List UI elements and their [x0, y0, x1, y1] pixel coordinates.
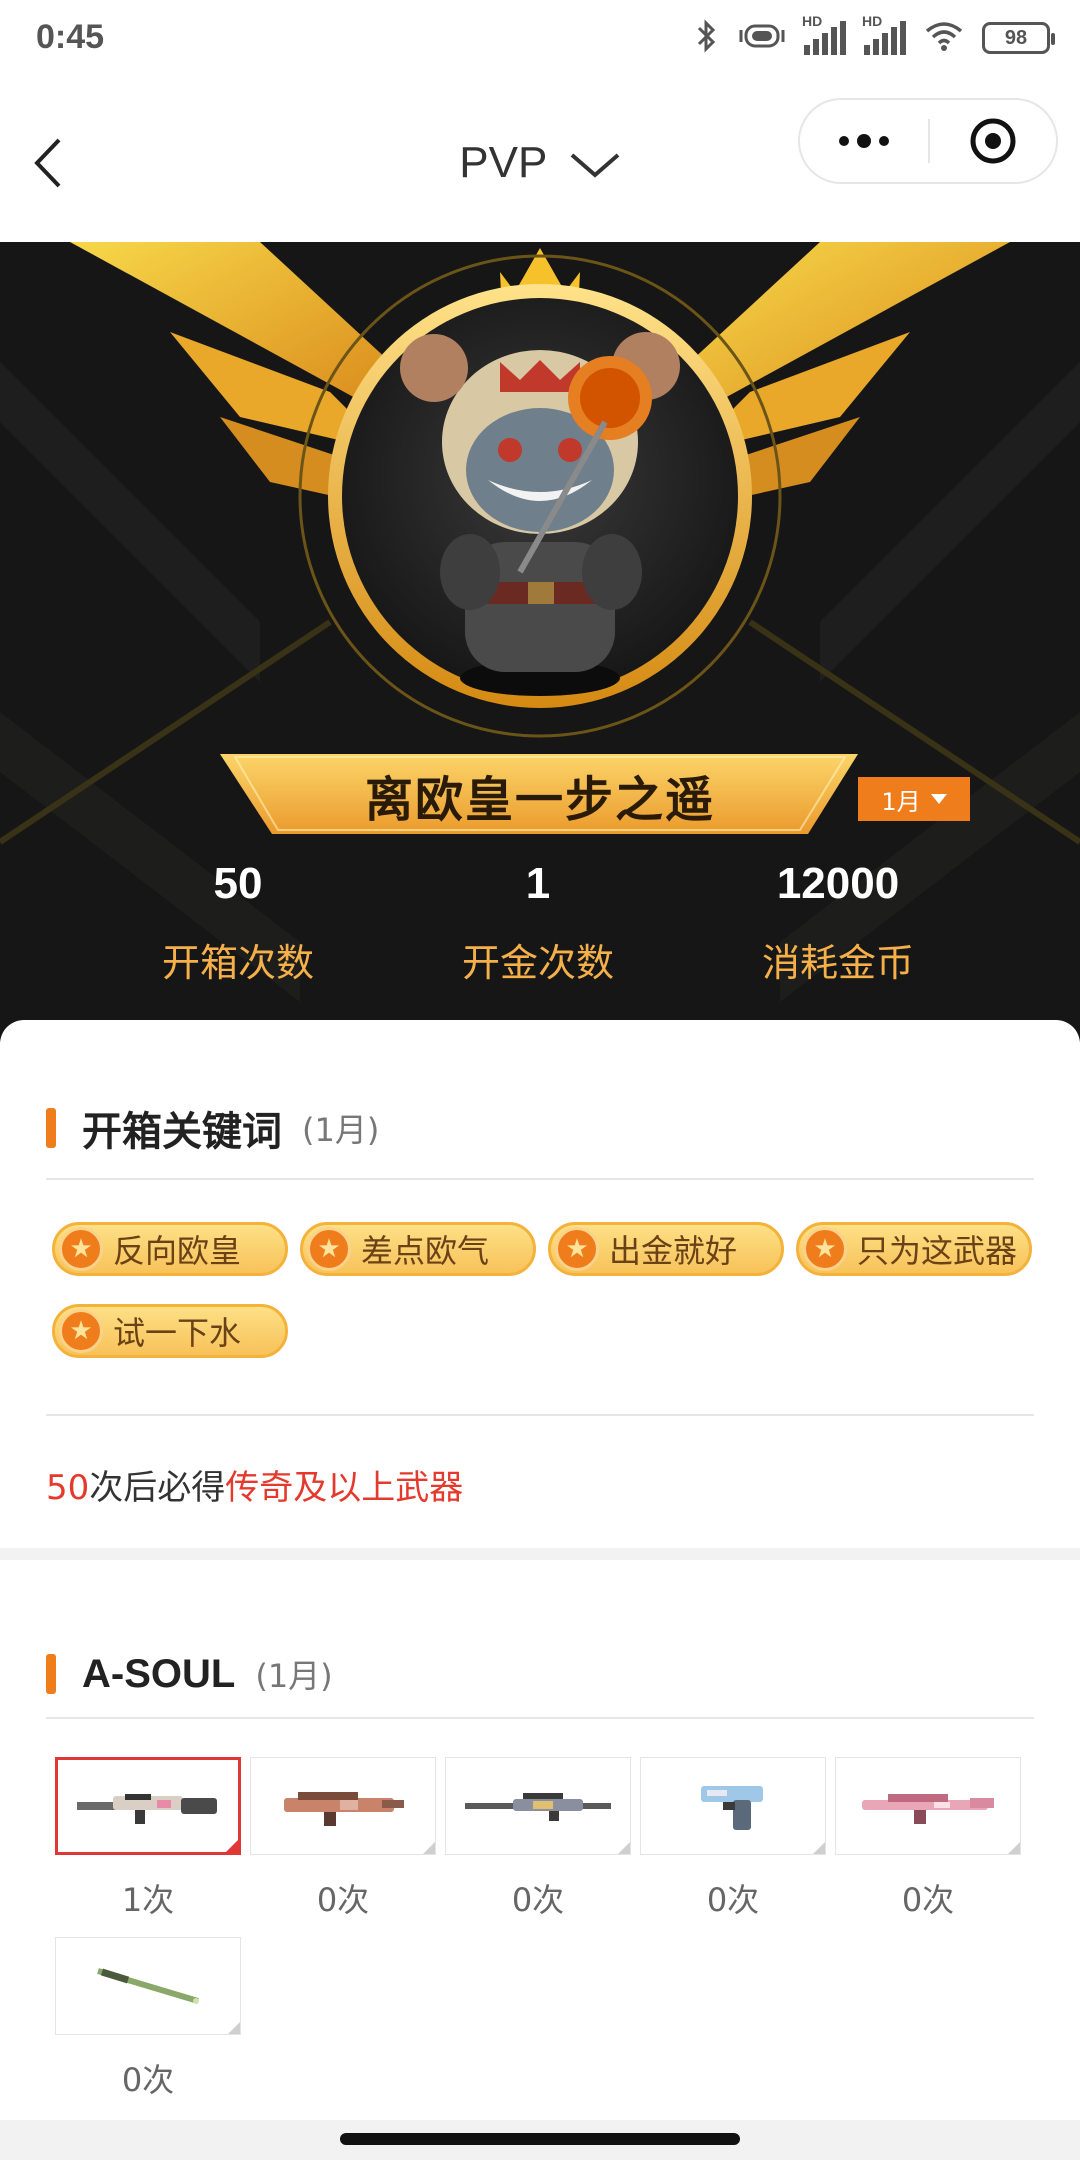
- bluetooth-icon: [694, 19, 720, 57]
- signal-icon-2: HD: [862, 13, 906, 55]
- chevron-down-icon: [569, 140, 621, 190]
- keyword-tag: ★ 差点欧气: [300, 1222, 536, 1276]
- corner-mark: [813, 1842, 825, 1854]
- more-menu-button[interactable]: [800, 100, 928, 182]
- weapon-thumb: [250, 1757, 436, 1855]
- weapon-item[interactable]: 0次: [835, 1757, 1021, 1921]
- weapon-count: 0次: [511, 1881, 565, 1919]
- corner-mark: [423, 1842, 435, 1854]
- assault-rifle-pink-icon: [862, 1794, 994, 1824]
- target-icon: [970, 118, 1016, 164]
- close-program-button[interactable]: [930, 100, 1056, 182]
- dot-icon: [839, 136, 849, 146]
- pity-count: 50: [46, 1468, 90, 1508]
- weapon-item[interactable]: 0次: [55, 1937, 241, 2101]
- stat-coins-spent: 12000 消耗金币: [658, 854, 1018, 987]
- month-selector[interactable]: 1月: [858, 777, 970, 821]
- sniper-rifle-icon: [465, 1793, 611, 1821]
- dot-icon: [879, 136, 889, 146]
- asoul-header: A-SOUL (1月): [46, 1644, 333, 1704]
- section-subtitle: (1月): [302, 1111, 380, 1149]
- tag-label: 只为这武器: [857, 1232, 1018, 1270]
- melee-stick-icon: [97, 1968, 199, 2004]
- keyword-tag: ★ 试一下水: [52, 1304, 288, 1358]
- battery-icon: 98: [982, 22, 1055, 54]
- tag-label: 试一下水: [113, 1314, 242, 1352]
- divider: [46, 1717, 1034, 1719]
- stat-label: 消耗金币: [761, 941, 914, 985]
- pity-middle: 次后必得: [89, 1468, 226, 1508]
- weapon-thumb: [445, 1757, 631, 1855]
- weapon-count: 0次: [901, 1881, 955, 1919]
- signal-icon-1: HD: [802, 13, 846, 55]
- mini-program-capsule: [798, 98, 1058, 184]
- hd-label: HD: [802, 13, 823, 29]
- weapon-thumb: [55, 1937, 241, 2035]
- keyword-tags: ★ 反向欧皇 ★ 差点欧气 ★ 出金就好 ★ 只为这武器 ★ 试一下水: [52, 1222, 1052, 1358]
- dot-icon: [857, 134, 871, 148]
- page-title: PVP: [459, 138, 547, 187]
- section-accent-bar: [46, 1108, 56, 1148]
- weapon-thumb: [55, 1757, 241, 1855]
- corner-mark: [1008, 1842, 1020, 1854]
- rank-hero: 离欧皇一步之遥 1月 50 开箱次数 1 开金次数 12000 消耗金币: [0, 242, 1080, 1042]
- pity-guarantee-text: 50次后必得传奇及以上武器: [46, 1460, 463, 1509]
- status-bar: 0:45 HD HD 98: [0, 0, 1080, 80]
- weapon-item[interactable]: 0次: [250, 1757, 436, 1921]
- month-label: 1月: [881, 787, 921, 816]
- tag-label: 出金就好: [609, 1232, 738, 1270]
- caret-down-icon: [930, 794, 947, 804]
- keywords-card: 开箱关键词 (1月) ★ 反向欧皇 ★ 差点欧气 ★ 出金就好 ★ 只为这武器 ★ 试一下…: [0, 1020, 1080, 1548]
- weapon-item[interactable]: 1次: [55, 1757, 241, 1921]
- asoul-card: A-SOUL (1月) 1次 0次 0次 0次 0次 0次: [0, 1560, 1080, 2120]
- home-indicator[interactable]: [340, 2133, 740, 2145]
- keyword-tag: ★ 反向欧皇: [52, 1222, 288, 1276]
- weapon-count: 1次: [121, 1881, 175, 1919]
- weapon-count: 0次: [706, 1881, 760, 1919]
- keyword-tag: ★ 出金就好: [548, 1222, 784, 1276]
- keywords-header: 开箱关键词 (1月): [46, 1098, 379, 1158]
- weapon-count: 0次: [316, 1881, 370, 1919]
- status-time: 0:45: [36, 18, 105, 56]
- section-subtitle: (1月): [255, 1657, 333, 1695]
- star-icon: ★: [307, 1227, 351, 1271]
- rifle-icon: [77, 1794, 217, 1824]
- tag-label: 差点欧气: [361, 1232, 490, 1270]
- star-icon: ★: [803, 1227, 847, 1271]
- keyword-tag: ★ 只为这武器: [796, 1222, 1032, 1276]
- pity-reward: 传奇及以上武器: [225, 1468, 464, 1508]
- star-icon: ★: [59, 1309, 103, 1353]
- weapon-thumb: [640, 1757, 826, 1855]
- pistol-icon: [701, 1786, 763, 1830]
- tag-label: 反向欧皇: [113, 1232, 242, 1270]
- star-icon: ★: [59, 1227, 103, 1271]
- corner-mark: [228, 2022, 240, 2034]
- vibrate-icon: [738, 21, 786, 55]
- divider: [46, 1178, 1034, 1180]
- star-icon: ★: [555, 1227, 599, 1271]
- weapon-item[interactable]: 0次: [445, 1757, 631, 1921]
- nav-bar: PVP: [0, 80, 1080, 242]
- status-icons: HD HD 98: [694, 13, 1055, 60]
- stat-value: 12000: [776, 859, 900, 908]
- weapon-thumb: [835, 1757, 1021, 1855]
- weapon-item[interactable]: 0次: [640, 1757, 826, 1921]
- section-title: A-SOUL: [82, 1651, 236, 1696]
- divider: [46, 1414, 1034, 1416]
- hd-label: HD: [862, 13, 883, 29]
- selected-corner: [226, 1840, 238, 1852]
- assault-rifle-icon: [284, 1792, 404, 1826]
- section-accent-bar: [46, 1654, 56, 1694]
- weapon-count: 0次: [121, 2061, 175, 2099]
- section-title: 开箱关键词: [82, 1109, 282, 1155]
- wifi-icon: [924, 19, 964, 57]
- corner-mark: [618, 1842, 630, 1854]
